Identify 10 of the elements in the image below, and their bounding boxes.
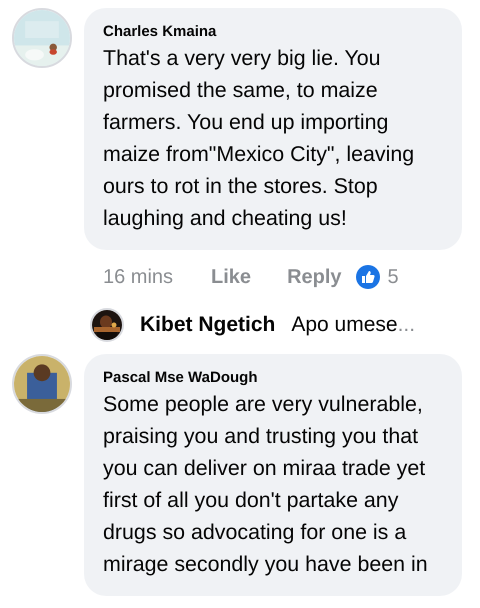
author-name[interactable]: Pascal Mse WaDough [103,368,450,388]
reply-preview[interactable]: Apo umese... [291,309,416,341]
reaction-count: 5 [388,265,399,290]
comment-text: Some people are very vulnerable, praising you and trusting you that you can deliver on miraa trade yet first of all you don't partake any drugs so advocating for one is a mirage secondly you have been in [103,391,429,578]
avatar[interactable] [90,308,124,342]
like-reaction-icon [356,265,380,289]
timestamp: 16 mins [103,265,174,290]
author-name[interactable]: Charles Kmaina [103,22,450,42]
comment-text: That's a very very big lie. You promised the same, to maize farmers. You end up importing maize from"Mexico City", leaving ours to rot in the stores. Stop laughing and cheating us! [103,45,416,232]
reply-author[interactable]: Kibet Ngetich [140,309,276,341]
